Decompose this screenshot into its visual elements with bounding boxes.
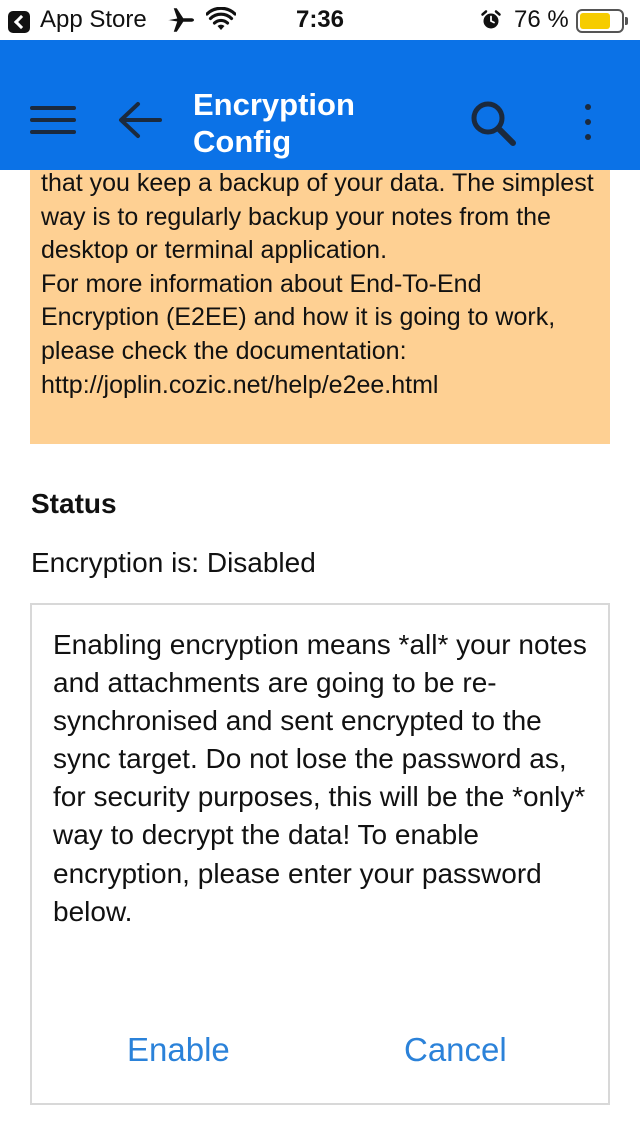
search-icon[interactable] — [468, 98, 518, 148]
app-header: Encryption Config — [0, 40, 640, 170]
cancel-button[interactable]: Cancel — [404, 1030, 507, 1070]
battery-icon — [576, 9, 628, 33]
back-arrow-icon[interactable] — [116, 100, 162, 140]
more-vertical-icon[interactable] — [578, 102, 598, 142]
battery-percent: 76 % — [514, 6, 569, 33]
status-heading: Status — [31, 488, 117, 519]
status-bar: App Store 7:36 76 % — [0, 0, 640, 40]
enable-encryption-message: Enabling encryption means *all* your not… — [53, 629, 587, 927]
page-title: Encryption Config — [193, 87, 355, 159]
enable-button[interactable]: Enable — [127, 1030, 230, 1070]
battery-level-fill — [580, 13, 611, 29]
alarm-icon — [481, 10, 501, 29]
encryption-status-text: Encryption is: Disabled — [31, 547, 316, 578]
backup-warning-text: that you keep a backup of your data. The… — [41, 169, 594, 399]
backup-warning-box: that you keep a backup of your data. The… — [30, 169, 610, 444]
enable-encryption-panel: Enabling encryption means *all* your not… — [30, 603, 610, 1105]
hamburger-menu-icon[interactable] — [30, 102, 76, 138]
